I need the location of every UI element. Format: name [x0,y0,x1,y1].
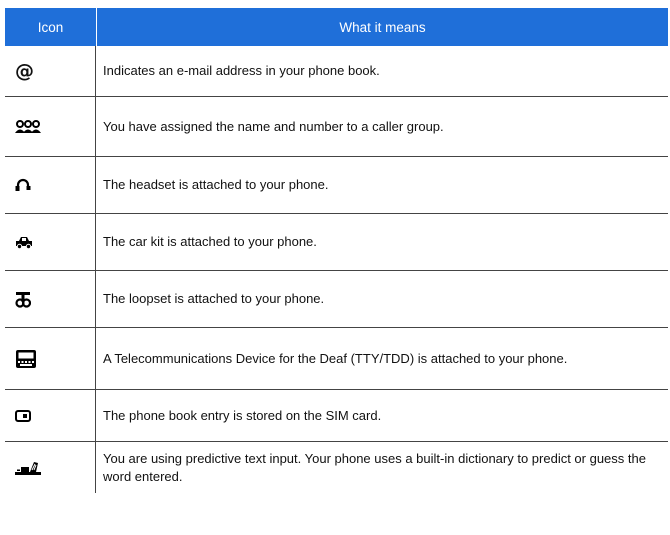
meaning-cell: You have assigned the name and number to… [103,118,444,134]
meaning-cell: The phone book entry is stored on the SI… [103,407,382,423]
header-icon-column: Icon [5,8,97,46]
icon-cell [5,271,96,327]
table-row: A Telecommunications Device for the Deaf… [5,328,668,390]
meaning-cell: The loopset is attached to your phone. [103,291,325,306]
table-row: You have assigned the name and number to… [5,97,668,157]
meaning-cell: The headset is attached to your phone. [103,177,329,192]
icon-cell [5,157,96,213]
sim-card-icon [15,409,31,422]
predictive-text-icon [15,461,41,475]
loopset-icon [15,291,31,308]
headset-icon [15,178,31,192]
car-icon [15,236,33,249]
meaning-cell: You are using predictive text input. You… [103,450,646,484]
icon-cell [5,97,96,156]
at-sign-icon: @ [15,59,34,82]
icon-cell [5,442,96,493]
table-row: The loopset is attached to your phone. [5,271,668,328]
table-row: You are using predictive text input. You… [5,442,668,493]
meaning-cell: A Telecommunications Device for the Deaf… [103,350,568,366]
icon-cell [5,214,96,270]
table-row: The car kit is attached to your phone. [5,214,668,271]
meaning-cell: The car kit is attached to your phone. [103,234,317,249]
icon-cell: @ [5,46,96,96]
caller-group-icon [15,119,41,134]
icon-cell [5,328,96,389]
table-row: @ Indicates an e-mail address in your ph… [5,46,668,97]
tty-device-icon [15,349,37,369]
header-meaning-column: What it means [339,19,426,35]
table-row: The phone book entry is stored on the SI… [5,390,668,442]
meaning-cell: Indicates an e-mail address in your phon… [103,63,380,78]
table-header: Icon What it means [5,8,668,46]
icon-cell [5,390,96,441]
icon-legend-table: Icon What it means @ Indicates an e-mail… [5,8,668,493]
table-row: The headset is attached to your phone. [5,157,668,214]
